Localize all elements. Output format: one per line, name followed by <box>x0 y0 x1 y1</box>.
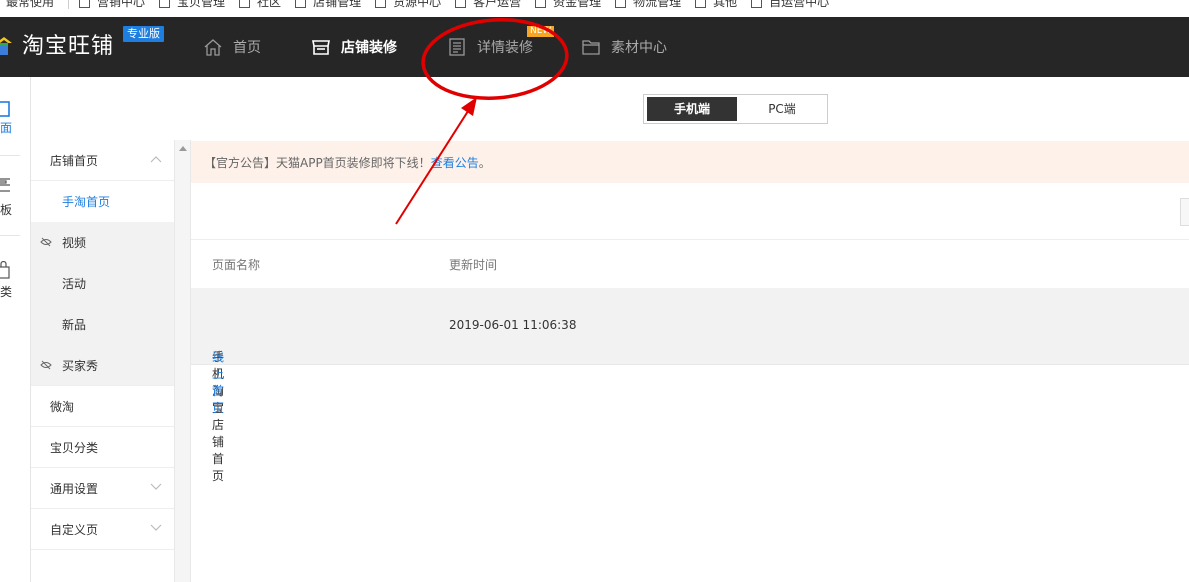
sidebar-item-label: 店铺首页 <box>50 153 99 168</box>
toolbar-button[interactable] <box>1180 198 1189 226</box>
nav-material-center[interactable]: 素材中心 <box>581 37 667 57</box>
table-header: 页面名称 更新时间 <box>191 240 1189 288</box>
sidebar-item-activity[interactable]: 活动 <box>31 263 174 304</box>
folder-icon <box>295 0 307 8</box>
folder-icon <box>79 0 91 8</box>
column-header-page-name: 页面名称 <box>212 258 261 272</box>
rail-label: 类 <box>0 285 13 299</box>
home-icon <box>204 39 222 56</box>
bookmark-divider <box>68 0 70 9</box>
nav-home-label: 首页 <box>233 40 261 56</box>
rail-label: 板 <box>0 203 13 217</box>
chevron-up-icon <box>150 156 162 163</box>
pro-edition-badge: 专业版 <box>123 26 164 42</box>
sidebar-item-mobile-home[interactable]: 手淘首页 <box>31 181 174 222</box>
left-icon-rail: 面 板 类 <box>0 77 31 582</box>
folder-icon <box>615 0 627 8</box>
bookmark-frequent[interactable]: 最常使用 <box>6 0 54 11</box>
store-icon <box>312 40 330 55</box>
folder-icon <box>239 0 251 8</box>
sidebar-item-label: 活动 <box>62 277 87 291</box>
page-icon <box>0 101 10 117</box>
toggle-pc[interactable]: PC端 <box>738 97 826 121</box>
toolbar-row <box>191 183 1189 240</box>
new-badge: NEW <box>527 26 555 37</box>
sidebar-item-label: 手淘首页 <box>62 195 111 209</box>
table-row[interactable]: 手机淘宝店铺首页 线上首页 2019-06-01 11:06:38 <box>191 288 1189 483</box>
sidebar-item-general-settings[interactable]: 通用设置 <box>31 468 174 509</box>
bookmark-bar: 最常使用 营销中心 宝贝管理 社区 店铺管理 货源中心 客户运营 资金管理 物流… <box>0 0 1189 17</box>
document-list-icon <box>449 38 465 56</box>
bookmark-item[interactable]: 社区 <box>239 0 281 11</box>
notice-suffix: 。 <box>478 155 491 170</box>
notice-text: 【官方公告】天猫APP首页装修即将下线！ <box>204 155 431 170</box>
online-home-tag[interactable]: 线上首页 <box>212 348 224 416</box>
sidebar-item-label: 视频 <box>62 236 87 250</box>
nav-home[interactable]: 首页 <box>203 37 261 57</box>
sidebar-item-label: 买家秀 <box>62 358 99 373</box>
nav-detail-decoration-label: 详情装修 <box>477 40 533 56</box>
sidebar-item-label: 新品 <box>62 318 87 332</box>
nav-store-decoration-label: 店铺装修 <box>341 40 397 56</box>
bookmark-item[interactable]: 物流管理 <box>615 0 681 11</box>
notice-link[interactable]: 查看公告 <box>431 154 479 171</box>
toggle-mobile[interactable]: 手机端 <box>647 97 737 121</box>
sidebar-item-store-home[interactable]: 店铺首页 <box>31 140 174 181</box>
folder-icon <box>375 0 387 8</box>
eye-hidden-icon <box>40 360 52 370</box>
chevron-down-icon <box>150 524 162 531</box>
sidebar-item-new-products[interactable]: 新品 <box>31 304 174 345</box>
scroll-up-arrow-icon[interactable] <box>179 146 187 151</box>
rail-label: 面 <box>0 121 13 135</box>
nav-detail-decoration[interactable]: 详情装修 <box>447 37 533 57</box>
app-window: 最常使用 营销中心 宝贝管理 社区 店铺管理 货源中心 客户运营 资金管理 物流… <box>0 0 1189 582</box>
bookmark-item[interactable]: 客户运营 <box>455 0 521 11</box>
template-icon <box>0 178 10 192</box>
sidebar-item-buyer-show[interactable]: 买家秀 <box>31 345 174 386</box>
device-toggle: 手机端 PC端 <box>643 94 828 124</box>
rail-divider <box>0 235 20 236</box>
folder-icon <box>695 0 707 8</box>
bookmark-item[interactable]: 货源中心 <box>375 0 441 11</box>
bookmark-item[interactable]: 店铺管理 <box>295 0 361 11</box>
sidebar-item-label: 通用设置 <box>50 481 99 496</box>
sidebar-item-video[interactable]: 视频 <box>31 222 174 263</box>
update-time-cell: 2019-06-01 11:06:38 <box>449 318 577 332</box>
sidebar-item-weitao[interactable]: 微淘 <box>31 386 174 427</box>
bag-icon <box>0 261 10 279</box>
shop-logo-icon <box>0 37 12 55</box>
folder-icon <box>159 0 171 8</box>
folder-icon <box>455 0 467 8</box>
rail-divider <box>0 155 20 156</box>
bookmark-item[interactable]: 其他 <box>695 0 737 11</box>
page-sidebar: 店铺首页 手淘首页 视频 活动 新品 买家秀 微淘 宝贝分类 通用设置 自定义页 <box>31 140 174 582</box>
chevron-down-icon <box>150 483 162 490</box>
official-notice-banner: 【官方公告】天猫APP首页装修即将下线！ 查看公告。 <box>191 141 1189 183</box>
brand-logo-text[interactable]: 淘宝旺铺 <box>22 32 114 62</box>
sidebar-item-label: 宝贝分类 <box>50 440 99 455</box>
sidebar-item-label: 微淘 <box>50 399 75 414</box>
sidebar-item-label: 自定义页 <box>50 522 99 537</box>
folder-icon <box>582 40 600 55</box>
folder-icon <box>751 0 763 8</box>
main-header: 淘宝旺铺 专业版 首页 店铺装修 详情装修 NEW 素材中心 <box>0 17 1189 77</box>
folder-icon <box>535 0 547 8</box>
nav-store-decoration[interactable]: 店铺装修 <box>311 37 397 57</box>
bookmark-item[interactable]: 宝贝管理 <box>159 0 225 11</box>
bookmark-item[interactable]: 资金管理 <box>535 0 601 11</box>
sidebar-item-custom-page[interactable]: 自定义页 <box>31 509 174 550</box>
sidebar-item-item-category[interactable]: 宝贝分类 <box>31 427 174 468</box>
annotation-arrow-head <box>461 97 477 116</box>
eye-hidden-icon <box>40 237 52 247</box>
sidebar-scrollbar[interactable] <box>174 140 191 582</box>
bookmark-item[interactable]: 营销中心 <box>79 0 145 11</box>
bookmark-item[interactable]: 自运营中心 <box>751 0 829 11</box>
column-header-update-time: 更新时间 <box>449 258 498 272</box>
nav-material-center-label: 素材中心 <box>611 40 667 56</box>
